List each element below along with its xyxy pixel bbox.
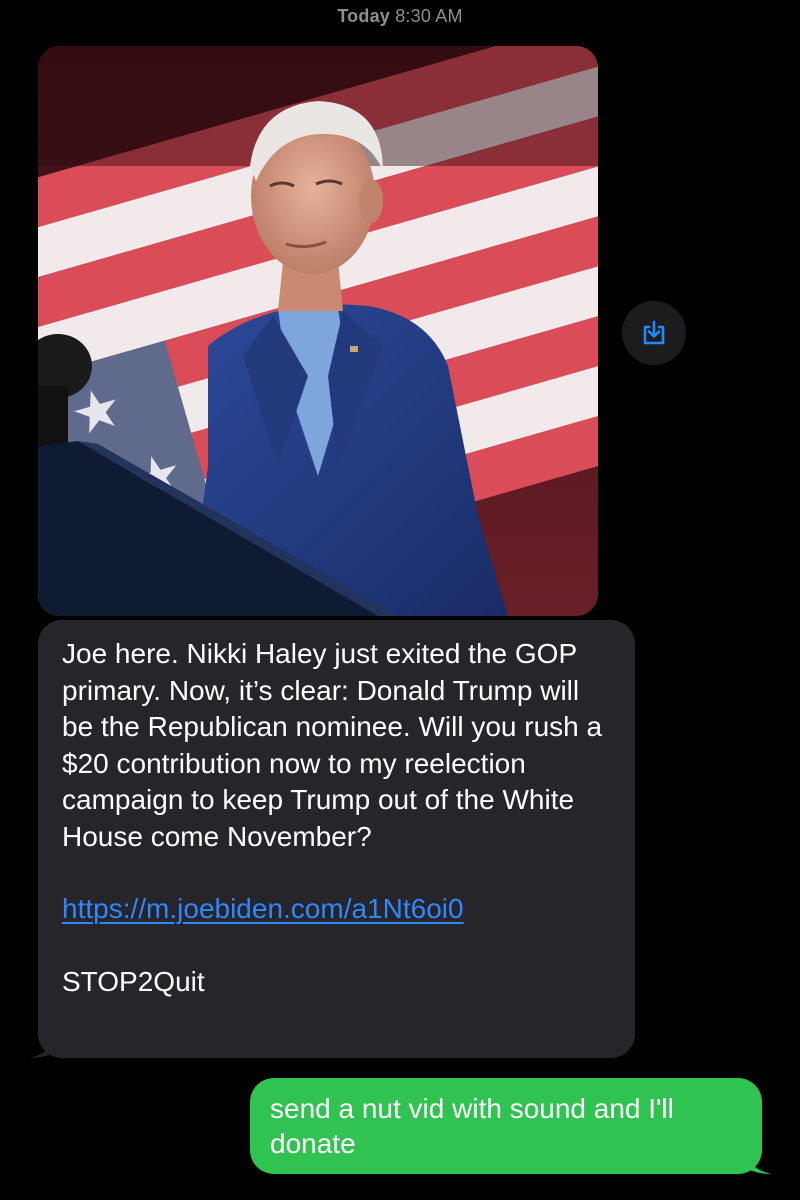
incoming-photo[interactable]: ★ ★ ★ [38,46,598,616]
outgoing-bubble-tail [741,1148,771,1174]
save-photo-button[interactable] [622,301,686,365]
outgoing-message-text: send a nut vid with sound and I'll donat… [270,1093,674,1159]
message-footer: STOP2Quit [62,965,205,997]
timestamp-day: Today [337,6,390,26]
incoming-message-bubble[interactable]: Joe here. Nikki Haley just exited the GO… [30,620,635,1058]
download-icon [643,320,665,345]
message-timestamp: Today 8:30 AM [0,6,800,27]
timestamp-time: 8:30 AM [395,6,463,26]
incoming-bubble-tail [30,1032,60,1058]
message-link[interactable]: https://m.joebiden.com/a1Nt6oi0 [62,893,464,924]
outgoing-message-bubble[interactable]: send a nut vid with sound and I'll donat… [250,1078,771,1174]
message-body: Joe here. Nikki Haley just exited the GO… [62,638,603,852]
photo-of-speaker-at-podium: ★ ★ ★ [38,46,598,616]
